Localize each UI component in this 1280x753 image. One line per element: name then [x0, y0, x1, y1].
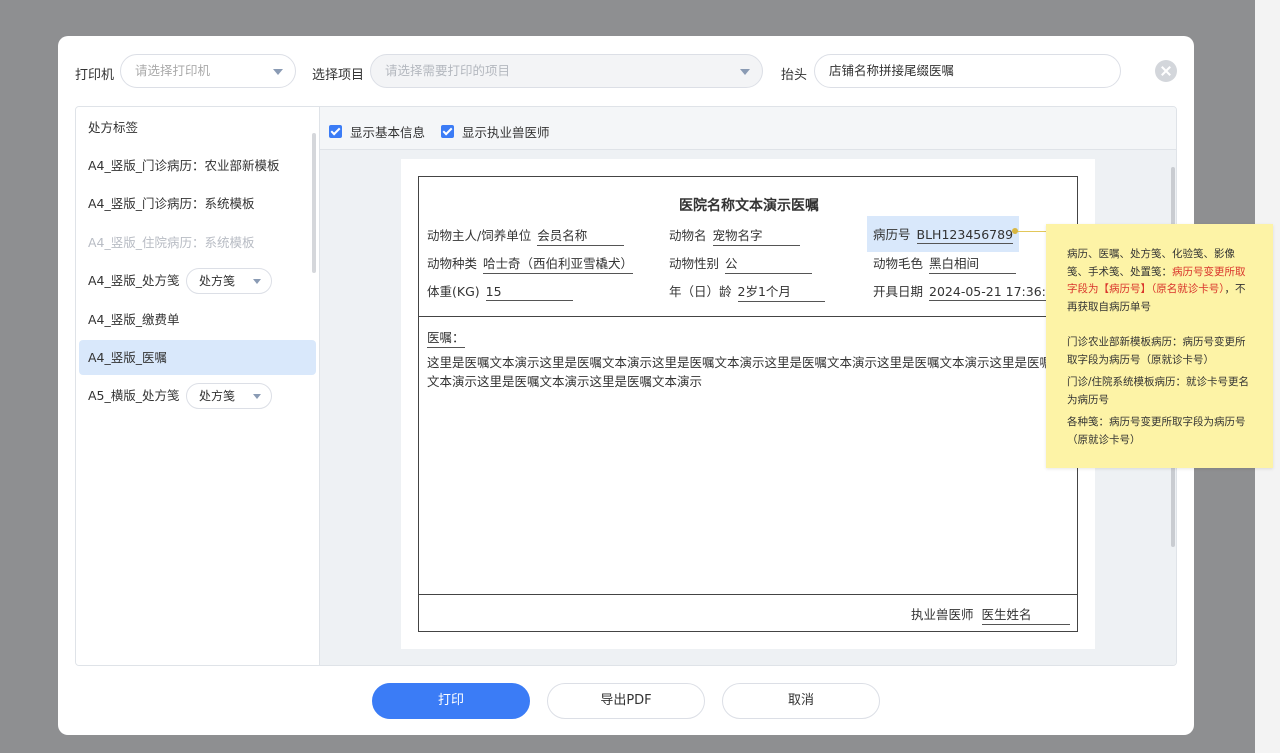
show-vet-checkbox[interactable]: 显示执业兽医师 — [441, 122, 550, 141]
vet-label: 执业兽医师 — [911, 607, 974, 622]
medical-advice-document: 医院名称文本演示医嘱 动物主人/饲养单位 会员名称 动物名 宠物名字 病历号 BLH1… — [418, 176, 1078, 632]
template-item-active[interactable]: A4_竖版_医嘱 — [79, 340, 316, 375]
template-item[interactable]: A4_竖版_门诊病历：农业部新模板 — [79, 148, 316, 183]
weight-label: 体重(KG) — [427, 284, 480, 299]
sex-label: 动物性别 — [669, 256, 720, 271]
note-text: 门诊农业部新模板病历：病历号变更所取字段为病历号（原就诊卡号） — [1067, 336, 1246, 366]
sex-field: 动物性别公 — [669, 253, 813, 274]
pet-name-field: 动物名 宠物名字 — [669, 225, 800, 246]
project-select[interactable]: 请选择需要打印的项目 — [370, 54, 763, 88]
caret-down-icon — [740, 69, 750, 75]
caret-down-icon — [253, 394, 261, 399]
template-item[interactable]: A4_竖版_门诊病历：系统模板 — [79, 186, 316, 221]
note-text: 门诊/住院系统模板病历：就诊卡号更名为病历号 — [1067, 376, 1250, 406]
template-item-label: A4_竖版_住院病历：系统模板 — [88, 235, 255, 250]
header-input-value: 店铺名称拼接尾缀医嘱 — [829, 63, 955, 78]
header-label: 抬头 — [781, 68, 808, 83]
checkbox-checked-icon — [441, 125, 454, 138]
template-sidebar: 处方标签 A4_竖版_门诊病历：农业部新模板 A4_竖版_门诊病历：系统模板 A… — [76, 107, 320, 665]
show-basic-info-label: 显示基本信息 — [350, 125, 426, 140]
template-item-label: A5_横版_处方笺 — [88, 388, 180, 403]
sidebar-scrollbar[interactable] — [312, 133, 316, 273]
record-no-field: 病历号 BLH123456789 — [867, 216, 1020, 252]
date-label: 开具日期 — [873, 284, 924, 299]
template-item-label: 处方标签 — [88, 120, 139, 135]
template-item-label: A4_竖版_门诊病历：农业部新模板 — [88, 158, 280, 173]
project-label: 选择项目 — [312, 68, 365, 83]
template-item-disabled: A4_竖版_住院病历：系统模板 — [79, 225, 316, 260]
print-dialog: 打印机 请选择打印机 选择项目 请选择需要打印的项目 抬头 店铺名称拼接尾缀医嘱… — [58, 36, 1194, 735]
project-placeholder: 请选择需要打印的项目 — [385, 63, 511, 78]
printer-placeholder: 请选择打印机 — [135, 63, 211, 78]
pet-name-label: 动物名 — [669, 228, 707, 243]
owner-field: 动物主人/饲养单位 会员名称 — [427, 225, 625, 246]
annotation-sticky-note: 病历、医嘱、处方笺、化验笺、影像笺、手术笺、处置笺：病历号变更所取字段为【病历号… — [1046, 224, 1273, 468]
close-icon[interactable] — [1155, 60, 1177, 82]
template-item-label: A4_竖版_缴费单 — [88, 312, 180, 327]
template-item[interactable]: A4_竖版_缴费单 — [79, 302, 316, 337]
vet-value: 医生姓名 — [981, 604, 1070, 625]
checkbox-checked-icon — [329, 125, 342, 138]
export-pdf-button[interactable]: 导出PDF — [547, 683, 705, 719]
color-value: 黑白相间 — [929, 253, 1017, 274]
print-button[interactable]: 打印 — [372, 683, 530, 719]
color-field: 动物毛色 黑白相间 — [873, 253, 1017, 274]
record-no-value: BLH123456789 — [916, 227, 1014, 244]
content-panel: 处方标签 A4_竖版_门诊病历：农业部新模板 A4_竖版_门诊病历：系统模板 A… — [75, 106, 1177, 666]
divider — [419, 594, 1077, 595]
header-input[interactable]: 店铺名称拼接尾缀医嘱 — [814, 54, 1121, 88]
age-field: 年（日）龄 2岁1个月 — [669, 281, 825, 302]
pet-name-value: 宠物名字 — [712, 225, 800, 246]
caret-down-icon — [253, 279, 261, 284]
template-item[interactable]: A4_竖版_处方笺 处方笺 — [79, 263, 316, 298]
species-field: 动物种类 哈士奇（西伯利亚雪橇犬） — [427, 253, 634, 274]
vet-field: 执业兽医师 医生姓名 — [911, 604, 1070, 625]
date-value: 2024-05-21 17:36:17 — [929, 284, 1062, 301]
annotation-dot — [1012, 228, 1018, 234]
prescription-type-select[interactable]: 处方笺 — [186, 383, 272, 409]
weight-value: 15 — [485, 284, 573, 301]
paper-page: 医院名称文本演示医嘱 动物主人/饲养单位 会员名称 动物名 宠物名字 病历号 BLH1… — [401, 159, 1095, 649]
sex-value: 公 — [725, 253, 813, 274]
advice-label: 医嘱： — [427, 327, 465, 348]
template-item-label: A4_竖版_医嘱 — [88, 350, 168, 365]
printer-label: 打印机 — [75, 68, 115, 83]
caret-down-icon — [273, 69, 283, 75]
printer-select[interactable]: 请选择打印机 — [120, 54, 296, 88]
prescription-type-select[interactable]: 处方笺 — [186, 268, 272, 294]
species-label: 动物种类 — [427, 256, 478, 271]
template-item-label: A4_竖版_门诊病历：系统模板 — [88, 196, 255, 211]
species-value: 哈士奇（西伯利亚雪橇犬） — [483, 253, 634, 274]
age-value: 2岁1个月 — [737, 281, 825, 302]
owner-label: 动物主人/饲养单位 — [427, 228, 532, 243]
note-text: 各种笺：病历号变更所取字段为病历号（原就诊卡号） — [1067, 416, 1246, 446]
cancel-button[interactable]: 取消 — [722, 683, 880, 719]
advice-text: 这里是医嘱文本演示这里是医嘱文本演示这里是医嘱文本演示这里是医嘱文本演示这里是医… — [427, 355, 1053, 389]
date-field: 开具日期 2024-05-21 17:36:17 — [873, 281, 1071, 301]
show-vet-label: 显示执业兽医师 — [462, 125, 550, 140]
show-basic-info-checkbox[interactable]: 显示基本信息 — [329, 122, 425, 141]
weight-field: 体重(KG) 15 — [427, 281, 573, 301]
prescription-type-value: 处方笺 — [199, 389, 236, 403]
age-label: 年（日）龄 — [669, 284, 732, 299]
template-item-label: A4_竖版_处方笺 — [88, 273, 180, 288]
prescription-type-value: 处方笺 — [199, 274, 236, 288]
document-title: 医院名称文本演示医嘱 — [679, 198, 819, 214]
template-item[interactable]: A5_横版_处方笺 处方笺 — [79, 378, 316, 413]
owner-value: 会员名称 — [537, 225, 625, 246]
preview-options: 显示基本信息 显示执业兽医师 — [320, 107, 1176, 150]
color-label: 动物毛色 — [873, 256, 924, 271]
divider — [419, 316, 1077, 317]
template-item[interactable]: 处方标签 — [79, 110, 316, 145]
record-no-label: 病历号 — [873, 227, 911, 242]
